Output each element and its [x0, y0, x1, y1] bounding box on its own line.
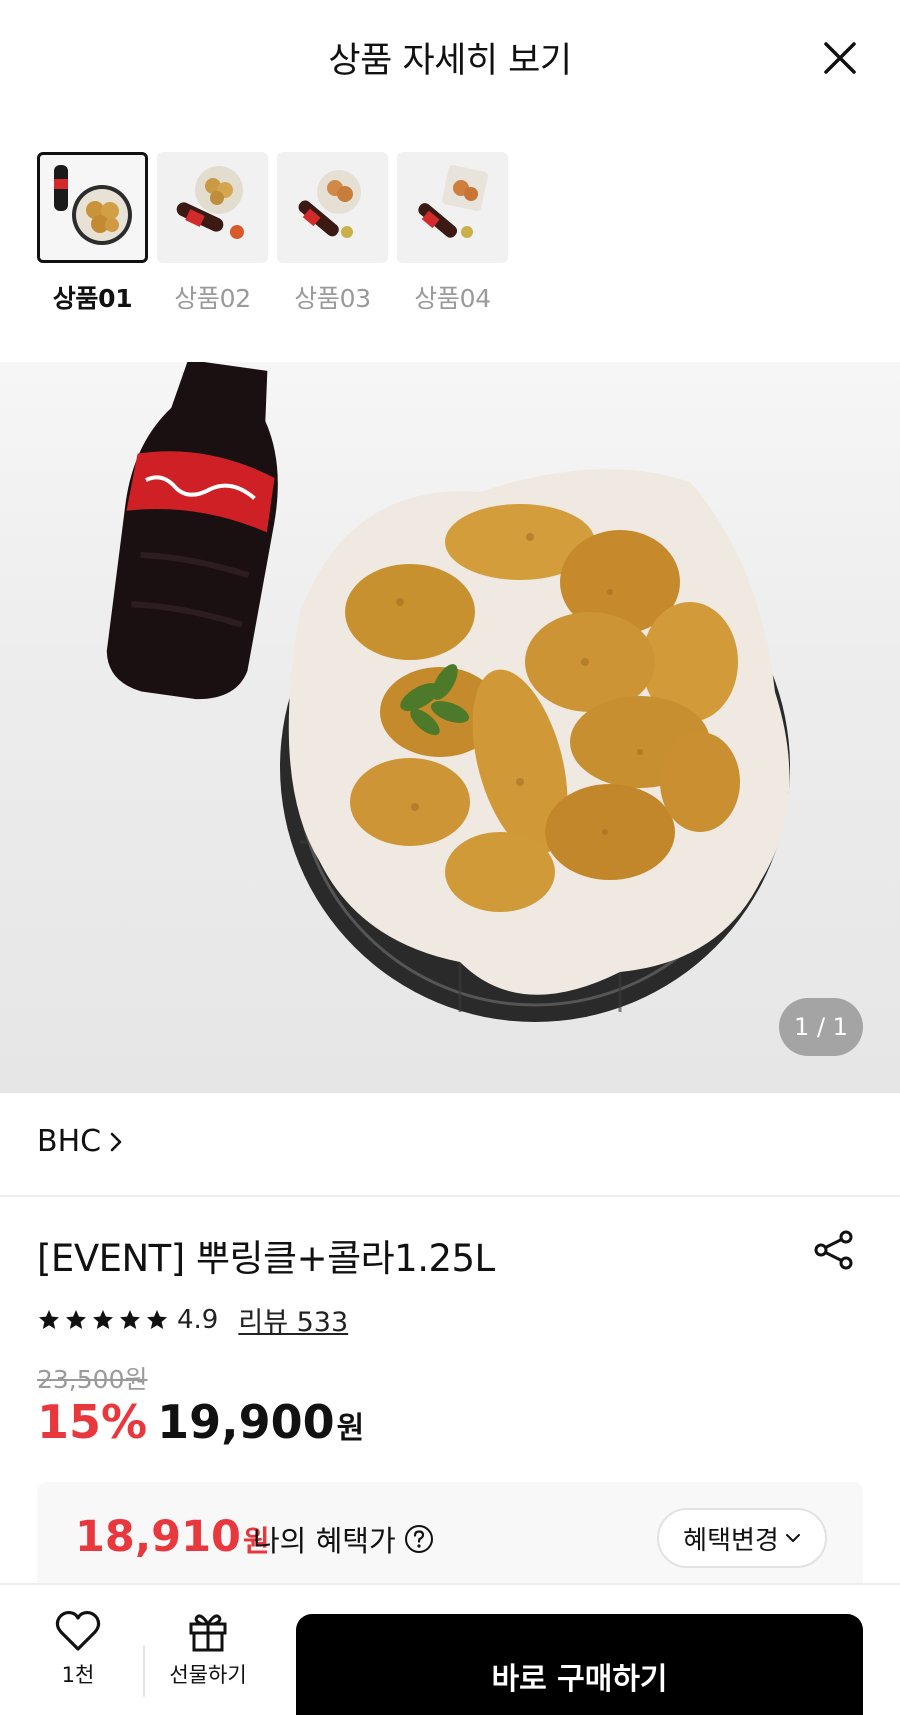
- review-link[interactable]: 리뷰 533: [238, 1300, 348, 1339]
- help-icon[interactable]: [404, 1524, 434, 1554]
- thumbnail-list: 상품01 상품02 상품03 상품04: [37, 152, 508, 315]
- thumbnail-image: [397, 152, 508, 263]
- heart-icon: [55, 1610, 101, 1651]
- brand-name: BHC: [37, 1124, 102, 1159]
- buy-now-button[interactable]: 바로 구매하기: [296, 1614, 863, 1715]
- star-icon: [120, 1309, 140, 1329]
- like-count: 1천: [61, 1663, 95, 1687]
- divider: [143, 1645, 145, 1697]
- thumbnail-item[interactable]: 상품01: [37, 152, 148, 315]
- close-button[interactable]: [818, 36, 862, 80]
- chevron-down-icon: [785, 1534, 800, 1542]
- thumbnail-image: [277, 152, 388, 263]
- thumbnail-label: 상품02: [174, 284, 251, 313]
- gift-button[interactable]: 선물하기: [158, 1609, 258, 1689]
- product-image[interactable]: 1 / 1: [0, 362, 900, 1093]
- original-price: 23,500원: [37, 1365, 148, 1394]
- image-counter: 1 / 1: [779, 998, 863, 1056]
- benefit-change-label: 혜택변경: [683, 1525, 779, 1556]
- benefit-price-value: 18,910: [75, 1512, 241, 1562]
- thumbnail-label: 상품01: [52, 284, 133, 313]
- benefit-label-row: 나의 혜택가: [253, 1518, 434, 1560]
- brand-link[interactable]: BHC: [37, 1124, 123, 1159]
- chevron-right-icon: [110, 1132, 122, 1151]
- thumbnail-image: [37, 152, 148, 263]
- bottom-action-bar: 1천 선물하기 바로 구매하기: [0, 1583, 900, 1715]
- share-icon: [814, 1230, 853, 1270]
- gift-icon: [189, 1614, 227, 1652]
- star-icon: [93, 1309, 113, 1329]
- rating-value: 4.9: [177, 1304, 219, 1335]
- star-icon: [66, 1309, 86, 1329]
- rating-row: 4.9 리뷰 533: [37, 1300, 348, 1339]
- product-photo: [106, 362, 790, 1022]
- star-icon: [147, 1309, 167, 1329]
- thumbnail-label: 상품03: [294, 284, 371, 313]
- header: 상품 자세히 보기: [0, 0, 900, 115]
- share-button[interactable]: [812, 1228, 856, 1272]
- page-title: 상품 자세히 보기: [328, 41, 572, 81]
- price-row: 15% 19,900 원: [37, 1395, 364, 1449]
- discount-rate: 15%: [37, 1395, 148, 1449]
- thumbnail-label: 상품04: [414, 284, 491, 313]
- product-title: [EVENT] 뿌링클+콜라1.25L: [37, 1237, 495, 1280]
- thumbnail-item[interactable]: 상품04: [397, 152, 508, 315]
- divider: [0, 1195, 900, 1197]
- benefit-box: 18,910 원 나의 혜택가 혜택변경: [37, 1482, 863, 1592]
- buy-now-label: 바로 구매하기: [491, 1662, 668, 1697]
- thumbnail-item[interactable]: 상품03: [277, 152, 388, 315]
- thumbnail-item[interactable]: 상품02: [157, 152, 268, 315]
- thumbnail-image: [157, 152, 268, 263]
- star-icon: [39, 1309, 59, 1329]
- benefit-change-button[interactable]: 혜택변경: [657, 1508, 827, 1568]
- benefit-label: 나의 혜택가: [253, 1524, 396, 1558]
- sale-price: 19,900: [157, 1395, 335, 1449]
- gift-label: 선물하기: [169, 1663, 247, 1687]
- benefit-price: 18,910 원: [75, 1512, 270, 1562]
- star-rating: [37, 1308, 169, 1332]
- like-button[interactable]: 1천: [38, 1609, 118, 1689]
- currency-unit: 원: [336, 1411, 365, 1446]
- close-icon: [824, 42, 856, 74]
